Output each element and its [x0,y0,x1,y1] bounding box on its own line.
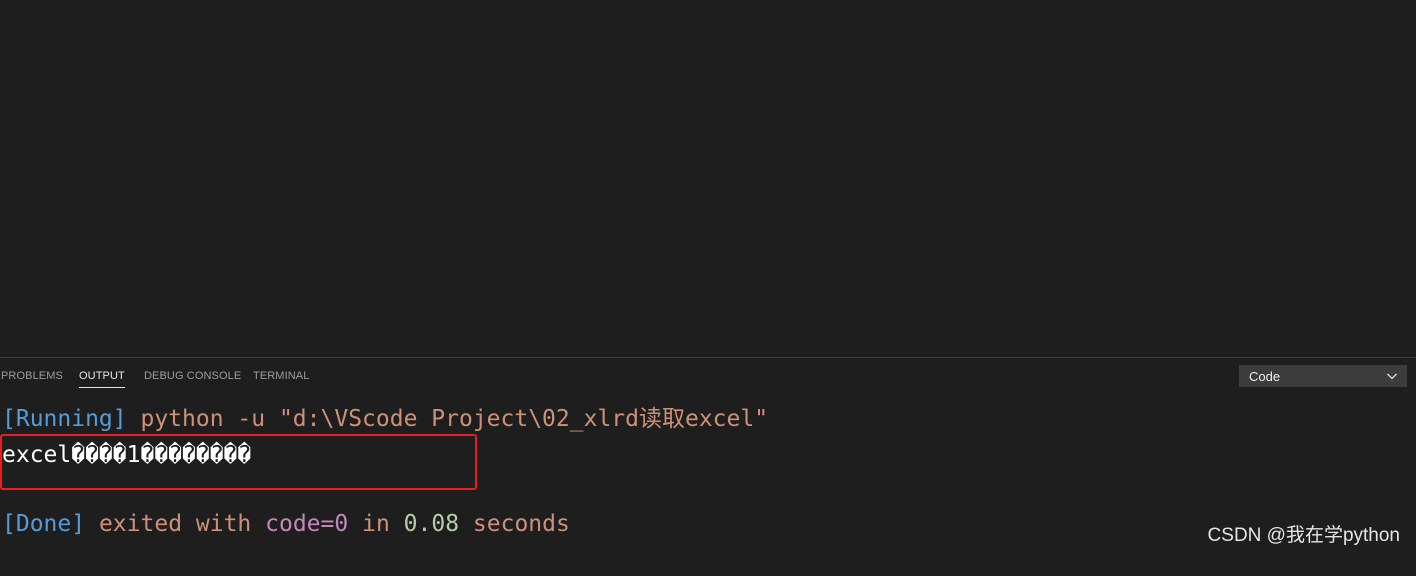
done-code-label: code= [265,511,334,537]
done-line: [Done] exited with code=0 in 0.08 second… [2,509,570,539]
done-exited-text: exited with [99,511,251,537]
tab-problems[interactable]: PROBLEMS [1,369,63,387]
tab-terminal[interactable]: TERMINAL [253,369,309,387]
running-command: python -u "d:\VScode Project\02_xlrd读取ex… [140,406,768,432]
panel-header: PROBLEMS OUTPUT DEBUG CONSOLE TERMINAL C… [0,358,1416,394]
bottom-panel: PROBLEMS OUTPUT DEBUG CONSOLE TERMINAL C… [0,357,1416,557]
editor-area [0,0,1416,357]
output-channel-select[interactable]: Code [1239,365,1407,387]
done-duration: 0.08 [404,511,459,537]
done-code-value: 0 [334,511,348,537]
running-line: [Running] python -u "d:\VScode Project\0… [2,404,768,434]
output-channel-value: Code [1249,369,1280,384]
running-tag: [Running] [2,406,127,432]
chevron-down-icon [1386,370,1398,382]
done-in-text: in [362,511,390,537]
tab-output[interactable]: OUTPUT [79,369,125,388]
tab-debug-console[interactable]: DEBUG CONSOLE [144,369,241,387]
done-seconds-text: seconds [473,511,570,537]
done-tag: [Done] [2,511,85,537]
watermark: CSDN @我在学python [1208,520,1400,547]
highlight-box [0,434,477,490]
